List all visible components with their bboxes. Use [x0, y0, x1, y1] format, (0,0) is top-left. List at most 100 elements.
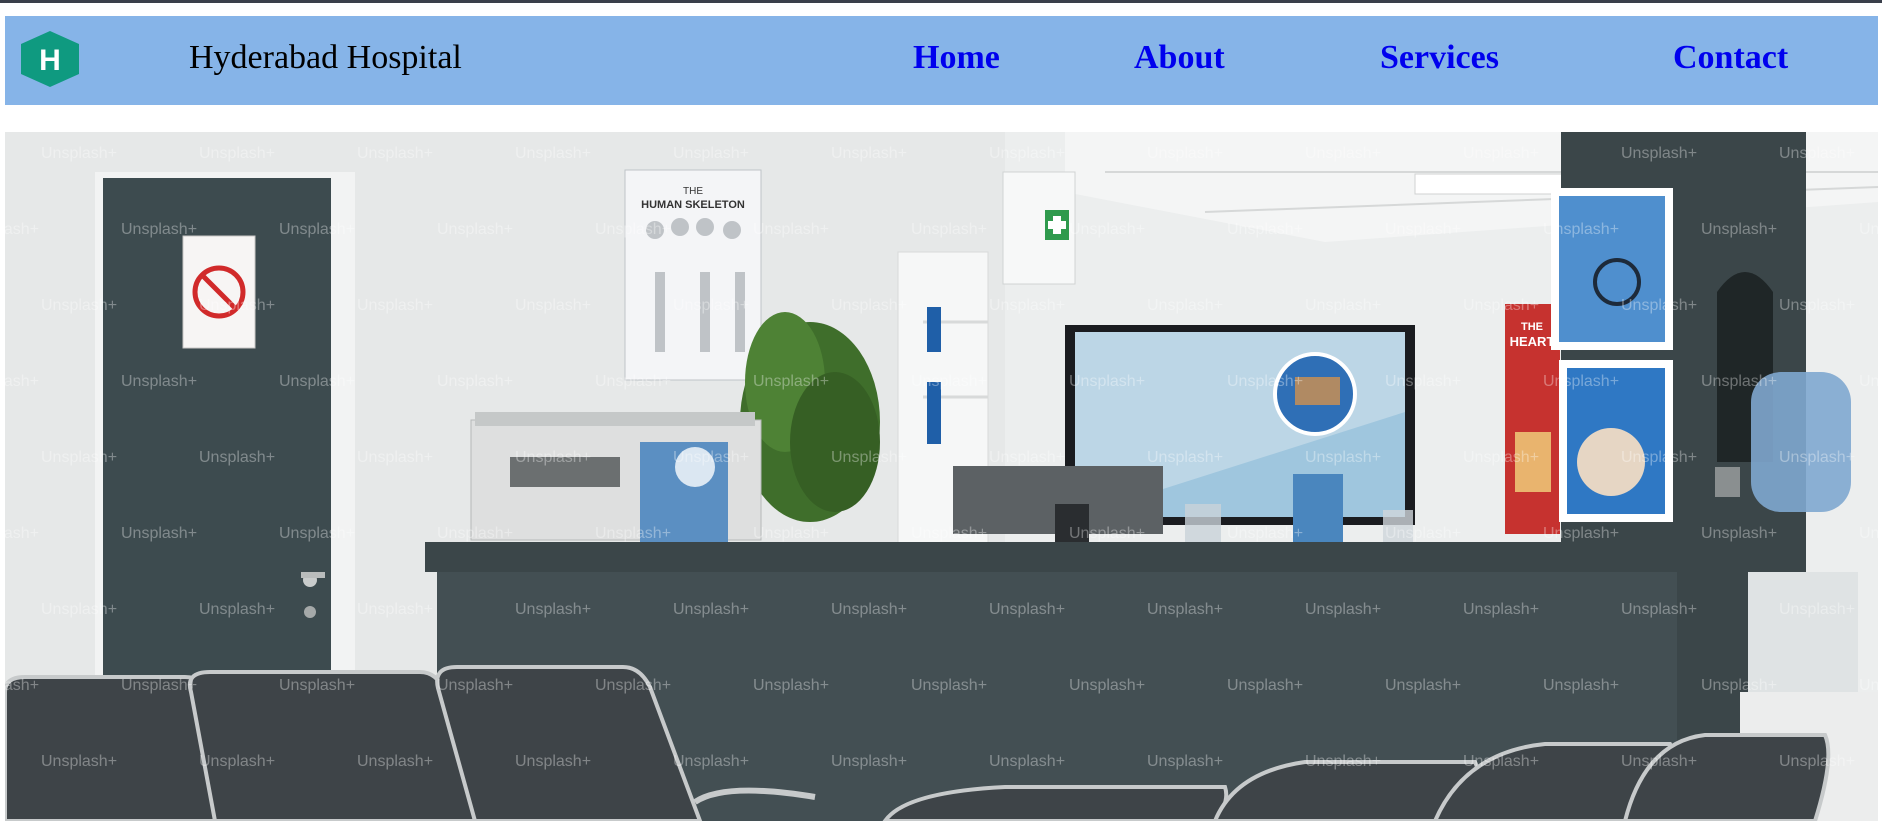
watermark-text: Unsplash+	[1069, 677, 1145, 694]
watermark-text: Unsplash+	[1859, 677, 1878, 694]
nav-about-link[interactable]: About	[1134, 38, 1225, 78]
watermark-text: Unsplash+	[1385, 677, 1461, 694]
watermark-text: Unsplash+	[121, 221, 197, 238]
watermark-text: Unsplash+	[1463, 145, 1539, 162]
watermark-text: Unsplash+	[753, 677, 829, 694]
water-bottle	[1751, 372, 1851, 512]
watermark-text: Unsplash+	[595, 373, 671, 390]
watermark-text: Unsplash+	[1069, 221, 1145, 238]
watermark-text: Unsplash+	[911, 677, 987, 694]
watermark-text: Unsplash+	[1463, 297, 1539, 314]
watermark-text: Unsplash+	[673, 753, 749, 770]
watermark-text: Unsplash+	[1859, 373, 1878, 390]
watermark-text: Unsplash+	[989, 601, 1065, 618]
navbar: H Hyderabad Hospital Home About Services…	[5, 16, 1878, 105]
hospital-logo[interactable]: H	[19, 30, 81, 88]
watermark-text: Unsplash+	[1385, 221, 1461, 238]
watermark-text: Unsplash+	[1147, 601, 1223, 618]
hospital-logo-icon: H	[21, 31, 79, 87]
watermark-text: Unsplash+	[5, 373, 39, 390]
watermark-text: Unsplash+	[1385, 525, 1461, 542]
reception-counter	[425, 542, 1685, 572]
watermark-text: Unsplash+	[989, 449, 1065, 466]
watermark-text: Unsplash+	[831, 145, 907, 162]
watermark-text: Unsplash+	[41, 753, 117, 770]
watermark-text: Unsplash+	[199, 145, 275, 162]
watermark-text: Unsplash+	[911, 221, 987, 238]
watermark-text: Unsplash+	[1147, 297, 1223, 314]
watermark-text: Unsplash+	[911, 525, 987, 542]
watermark-text: Unsplash+	[1227, 221, 1303, 238]
watermark-text: Unsplash+	[1701, 677, 1777, 694]
watermark-text: Unsplash+	[1227, 525, 1303, 542]
watermark-text: Unsplash+	[121, 373, 197, 390]
watermark-text: Unsplash+	[989, 145, 1065, 162]
watermark-text: Unsplash+	[1779, 297, 1855, 314]
watermark-text: Unsplash+	[199, 449, 275, 466]
nav-services-link[interactable]: Services	[1380, 38, 1499, 78]
watermark-text: Unsplash+	[1543, 525, 1619, 542]
heart-banner-title: HEART	[1510, 334, 1555, 349]
watermark-text: Unsplash+	[1147, 449, 1223, 466]
nav-contact-link[interactable]: Contact	[1673, 38, 1788, 78]
hero-image: THE HUMAN SKELETON THE HEART Unsplash+ U…	[5, 132, 1878, 821]
watermark-text: Unsplash+	[515, 297, 591, 314]
watermark-text: Unsplash+	[41, 297, 117, 314]
watermark-text: Unsplash+	[1069, 373, 1145, 390]
watermark-text: Unsplash+	[1385, 373, 1461, 390]
watermark-text: Unsplash+	[1701, 373, 1777, 390]
watermark-text: Unsplash+	[1147, 145, 1223, 162]
watermark-text: Unsplash+	[1621, 297, 1697, 314]
watermark-text: Unsplash+	[595, 677, 671, 694]
watermark-text: Unsplash+	[1305, 145, 1381, 162]
watermark-text: Unsplash+	[279, 221, 355, 238]
watermark-text: Unsplash+	[357, 753, 433, 770]
watermark-text: Unsplash+	[437, 221, 513, 238]
watermark-text: Unsplash+	[357, 297, 433, 314]
watermark-text: Unsplash+	[1305, 601, 1381, 618]
watermark-text: Unsplash+	[673, 601, 749, 618]
watermark-text: Unsplash+	[753, 221, 829, 238]
watermark-text: Unsplash+	[595, 525, 671, 542]
watermark-text: Unsplash+	[1227, 373, 1303, 390]
watermark-text: Unsplash+	[1701, 221, 1777, 238]
watermark-text: Unsplash+	[1305, 449, 1381, 466]
watermark-text: Unsplash+	[595, 221, 671, 238]
watermark-text: Unsplash+	[1859, 221, 1878, 238]
watermark-text: Unsplash+	[437, 525, 513, 542]
watermark-text: Unsplash+	[437, 373, 513, 390]
watermark-text: Unsplash+	[357, 145, 433, 162]
watermark-text: Unsplash+	[1621, 449, 1697, 466]
watermark-text: Unsplash+	[831, 297, 907, 314]
watermark-text: Unsplash+	[1859, 525, 1878, 542]
watermark-text: Unsplash+	[5, 221, 39, 238]
watermark-text: Unsplash+	[831, 449, 907, 466]
window-top-border	[0, 0, 1882, 3]
watermark-text: Unsplash+	[1463, 753, 1539, 770]
watermark-text: Unsplash+	[199, 297, 275, 314]
watermark-text: Unsplash+	[121, 525, 197, 542]
watermark-text: Unsplash+	[5, 677, 39, 694]
watermark-text: Unsplash+	[1779, 753, 1855, 770]
watermark-text: Unsplash+	[279, 677, 355, 694]
watermark-text: Unsplash+	[1305, 753, 1381, 770]
watermark-text: Unsplash+	[41, 449, 117, 466]
watermark-text: Unsplash+	[437, 677, 513, 694]
watermark-text: Unsplash+	[357, 601, 433, 618]
watermark-text: Unsplash+	[1147, 753, 1223, 770]
watermark-text: Unsplash+	[199, 601, 275, 618]
watermark-text: Unsplash+	[279, 373, 355, 390]
watermark-text: Unsplash+	[831, 601, 907, 618]
watermark-text: Unsplash+	[5, 525, 39, 542]
watermark-text: Unsplash+	[1463, 449, 1539, 466]
watermark-text: Unsplash+	[1463, 601, 1539, 618]
nav-home-link[interactable]: Home	[913, 38, 1000, 78]
watermark-text: Unsplash+	[673, 449, 749, 466]
watermark-text: Unsplash+	[1621, 145, 1697, 162]
watermark-text: Unsplash+	[831, 753, 907, 770]
watermark-text: Unsplash+	[1779, 449, 1855, 466]
heart-banner-kicker: THE	[1521, 321, 1543, 333]
watermark-text: Unsplash+	[1305, 297, 1381, 314]
watermark-text: Unsplash+	[673, 145, 749, 162]
brand-title: Hyderabad Hospital	[189, 39, 462, 76]
